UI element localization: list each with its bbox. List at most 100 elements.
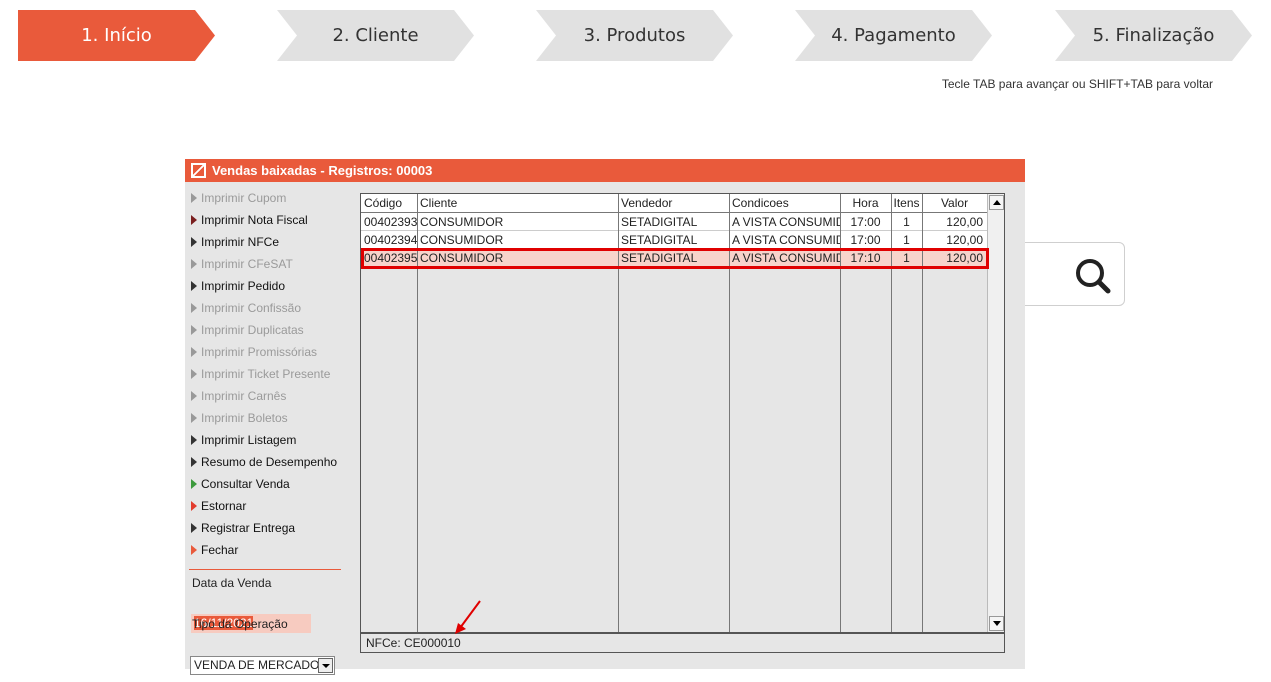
col-codigo[interactable]: Código bbox=[361, 194, 417, 213]
window-title: Vendas baixadas - Registros: 00003 bbox=[212, 163, 433, 178]
cell-cliente: CONSUMIDOR bbox=[420, 233, 504, 247]
annotation-arrow-icon bbox=[455, 600, 481, 634]
arrow-right-icon bbox=[191, 435, 197, 445]
cell-vendedor: SETADIGITAL bbox=[621, 215, 698, 229]
menu-label: Imprimir CFeSAT bbox=[201, 257, 293, 271]
col-itens[interactable]: Itens bbox=[891, 194, 922, 213]
arrow-right-icon bbox=[191, 501, 197, 511]
step-finalizacao[interactable]: 5. Finalização bbox=[1055, 10, 1252, 61]
cell-condicoes: A VISTA CONSUMID bbox=[732, 233, 840, 247]
menu-label: Imprimir Nota Fiscal bbox=[201, 213, 308, 227]
operation-value: VENDA DE MERCADOR bbox=[194, 658, 329, 672]
menu-label: Registrar Entrega bbox=[201, 521, 296, 535]
arrow-right-icon bbox=[191, 413, 197, 423]
menu-imprimir-ticket-presente[interactable]: Imprimir Ticket Presente bbox=[191, 364, 330, 384]
menu-label: Imprimir Promissórias bbox=[201, 345, 318, 359]
status-bar: NFCe: CE000010 bbox=[360, 633, 1005, 653]
menu-imprimir-listagem[interactable]: Imprimir Listagem bbox=[191, 430, 296, 450]
menu-resumo-desempenho[interactable]: Resumo de Desempenho bbox=[191, 452, 337, 472]
menu-label: Imprimir NFCe bbox=[201, 235, 279, 249]
menu-label: Imprimir Carnês bbox=[201, 389, 287, 403]
window-titlebar: Vendas baixadas - Registros: 00003 bbox=[185, 159, 1025, 182]
menu-imprimir-cupom[interactable]: Imprimir Cupom bbox=[191, 188, 286, 208]
table-row[interactable]: 00402394 CONSUMIDOR SETADIGITAL A VISTA … bbox=[361, 231, 987, 249]
menu-imprimir-boletos[interactable]: Imprimir Boletos bbox=[191, 408, 288, 428]
cell-condicoes: A VISTA CONSUMID bbox=[732, 215, 840, 229]
arrow-right-icon bbox=[191, 259, 197, 269]
menu-fechar[interactable]: Fechar bbox=[191, 540, 238, 560]
menu-label: Fechar bbox=[201, 543, 239, 557]
menu-label: Estornar bbox=[201, 499, 247, 513]
search-box[interactable] bbox=[1010, 242, 1125, 306]
cell-vendedor: SETADIGITAL bbox=[621, 233, 698, 247]
cell-itens: 1 bbox=[903, 215, 910, 229]
menu-label: Consultar Venda bbox=[201, 477, 290, 491]
arrow-right-icon bbox=[191, 545, 197, 555]
step-cliente[interactable]: 2. Cliente bbox=[277, 10, 474, 61]
arrow-right-icon bbox=[191, 347, 197, 357]
menu-label: Imprimir Boletos bbox=[201, 411, 288, 425]
menu-label: Imprimir Pedido bbox=[201, 279, 286, 293]
nfce-status: NFCe: CE000010 bbox=[366, 636, 461, 650]
cell-codigo: 00402393 bbox=[364, 215, 417, 229]
col-valor[interactable]: Valor bbox=[922, 194, 987, 213]
selection-highlight-annotation bbox=[361, 248, 989, 269]
chevron-down-icon[interactable] bbox=[318, 658, 333, 673]
menu-imprimir-nota-fiscal[interactable]: Imprimir Nota Fiscal bbox=[191, 210, 308, 230]
cell-codigo: 00402394 bbox=[364, 233, 417, 247]
menu-imprimir-nfce[interactable]: Imprimir NFCe bbox=[191, 232, 279, 252]
menu-imprimir-pedido[interactable]: Imprimir Pedido bbox=[191, 276, 285, 296]
scroll-down-icon[interactable] bbox=[989, 616, 1004, 631]
menu-label: Resumo de Desempenho bbox=[201, 455, 338, 469]
arrow-right-icon bbox=[191, 193, 197, 203]
arrow-right-icon bbox=[191, 325, 197, 335]
arrow-right-icon bbox=[191, 237, 197, 247]
cell-cliente: CONSUMIDOR bbox=[420, 215, 504, 229]
step-inicio[interactable]: 1. Início bbox=[18, 10, 215, 61]
arrow-right-icon bbox=[191, 457, 197, 467]
step-pagamento[interactable]: 4. Pagamento bbox=[795, 10, 992, 61]
date-label: Data da Venda bbox=[192, 576, 272, 590]
arrow-right-icon bbox=[191, 479, 197, 489]
search-icon[interactable] bbox=[1074, 257, 1112, 295]
menu-label: Imprimir Duplicatas bbox=[201, 323, 304, 337]
arrow-right-icon bbox=[191, 391, 197, 401]
grid-header: Código Cliente Vendedor Condicoes Hora I… bbox=[361, 194, 987, 213]
arrow-right-icon bbox=[191, 281, 197, 291]
menu-imprimir-duplicatas[interactable]: Imprimir Duplicatas bbox=[191, 320, 304, 340]
menu-imprimir-carnes[interactable]: Imprimir Carnês bbox=[191, 386, 286, 406]
col-hora[interactable]: Hora bbox=[840, 194, 891, 213]
menu-imprimir-confissao[interactable]: Imprimir Confissão bbox=[191, 298, 301, 318]
operation-select[interactable]: VENDA DE MERCADOR bbox=[190, 656, 335, 675]
cell-valor: 120,00 bbox=[946, 233, 983, 247]
arrow-right-icon bbox=[191, 303, 197, 313]
cell-hora: 17:00 bbox=[850, 215, 881, 229]
arrow-right-icon bbox=[191, 215, 197, 225]
menu-label: Imprimir Listagem bbox=[201, 433, 297, 447]
cell-valor: 120,00 bbox=[946, 215, 983, 229]
operation-label: Tipo da Operação bbox=[192, 617, 288, 631]
menu-estornar[interactable]: Estornar bbox=[191, 496, 246, 516]
vendas-baixadas-window: Vendas baixadas - Registros: 00003 Impri… bbox=[185, 159, 1025, 675]
vertical-scrollbar[interactable] bbox=[987, 194, 1004, 632]
actions-panel: Imprimir Cupom Imprimir Nota Fiscal Impr… bbox=[185, 182, 341, 675]
app-logo-icon bbox=[191, 163, 206, 178]
cell-hora: 17:00 bbox=[850, 233, 881, 247]
scroll-up-icon[interactable] bbox=[989, 195, 1004, 210]
step-produtos[interactable]: 3. Produtos bbox=[536, 10, 733, 61]
menu-registrar-entrega[interactable]: Registrar Entrega bbox=[191, 518, 295, 538]
menu-imprimir-cfesat[interactable]: Imprimir CFeSAT bbox=[191, 254, 293, 274]
menu-label: Imprimir Ticket Presente bbox=[201, 367, 331, 381]
menu-imprimir-promissorias[interactable]: Imprimir Promissórias bbox=[191, 342, 317, 362]
menu-consultar-venda[interactable]: Consultar Venda bbox=[191, 474, 290, 494]
table-row[interactable]: 00402393 CONSUMIDOR SETADIGITAL A VISTA … bbox=[361, 213, 987, 231]
menu-label: Imprimir Confissão bbox=[201, 301, 302, 315]
col-vendedor[interactable]: Vendedor bbox=[618, 194, 729, 213]
menu-label: Imprimir Cupom bbox=[201, 191, 287, 205]
keyboard-hint: Tecle TAB para avançar ou SHIFT+TAB para… bbox=[941, 77, 1213, 91]
col-cliente[interactable]: Cliente bbox=[417, 194, 618, 213]
arrow-right-icon bbox=[191, 369, 197, 379]
cell-itens: 1 bbox=[903, 233, 910, 247]
arrow-right-icon bbox=[191, 523, 197, 533]
col-condicoes[interactable]: Condicoes bbox=[729, 194, 840, 213]
